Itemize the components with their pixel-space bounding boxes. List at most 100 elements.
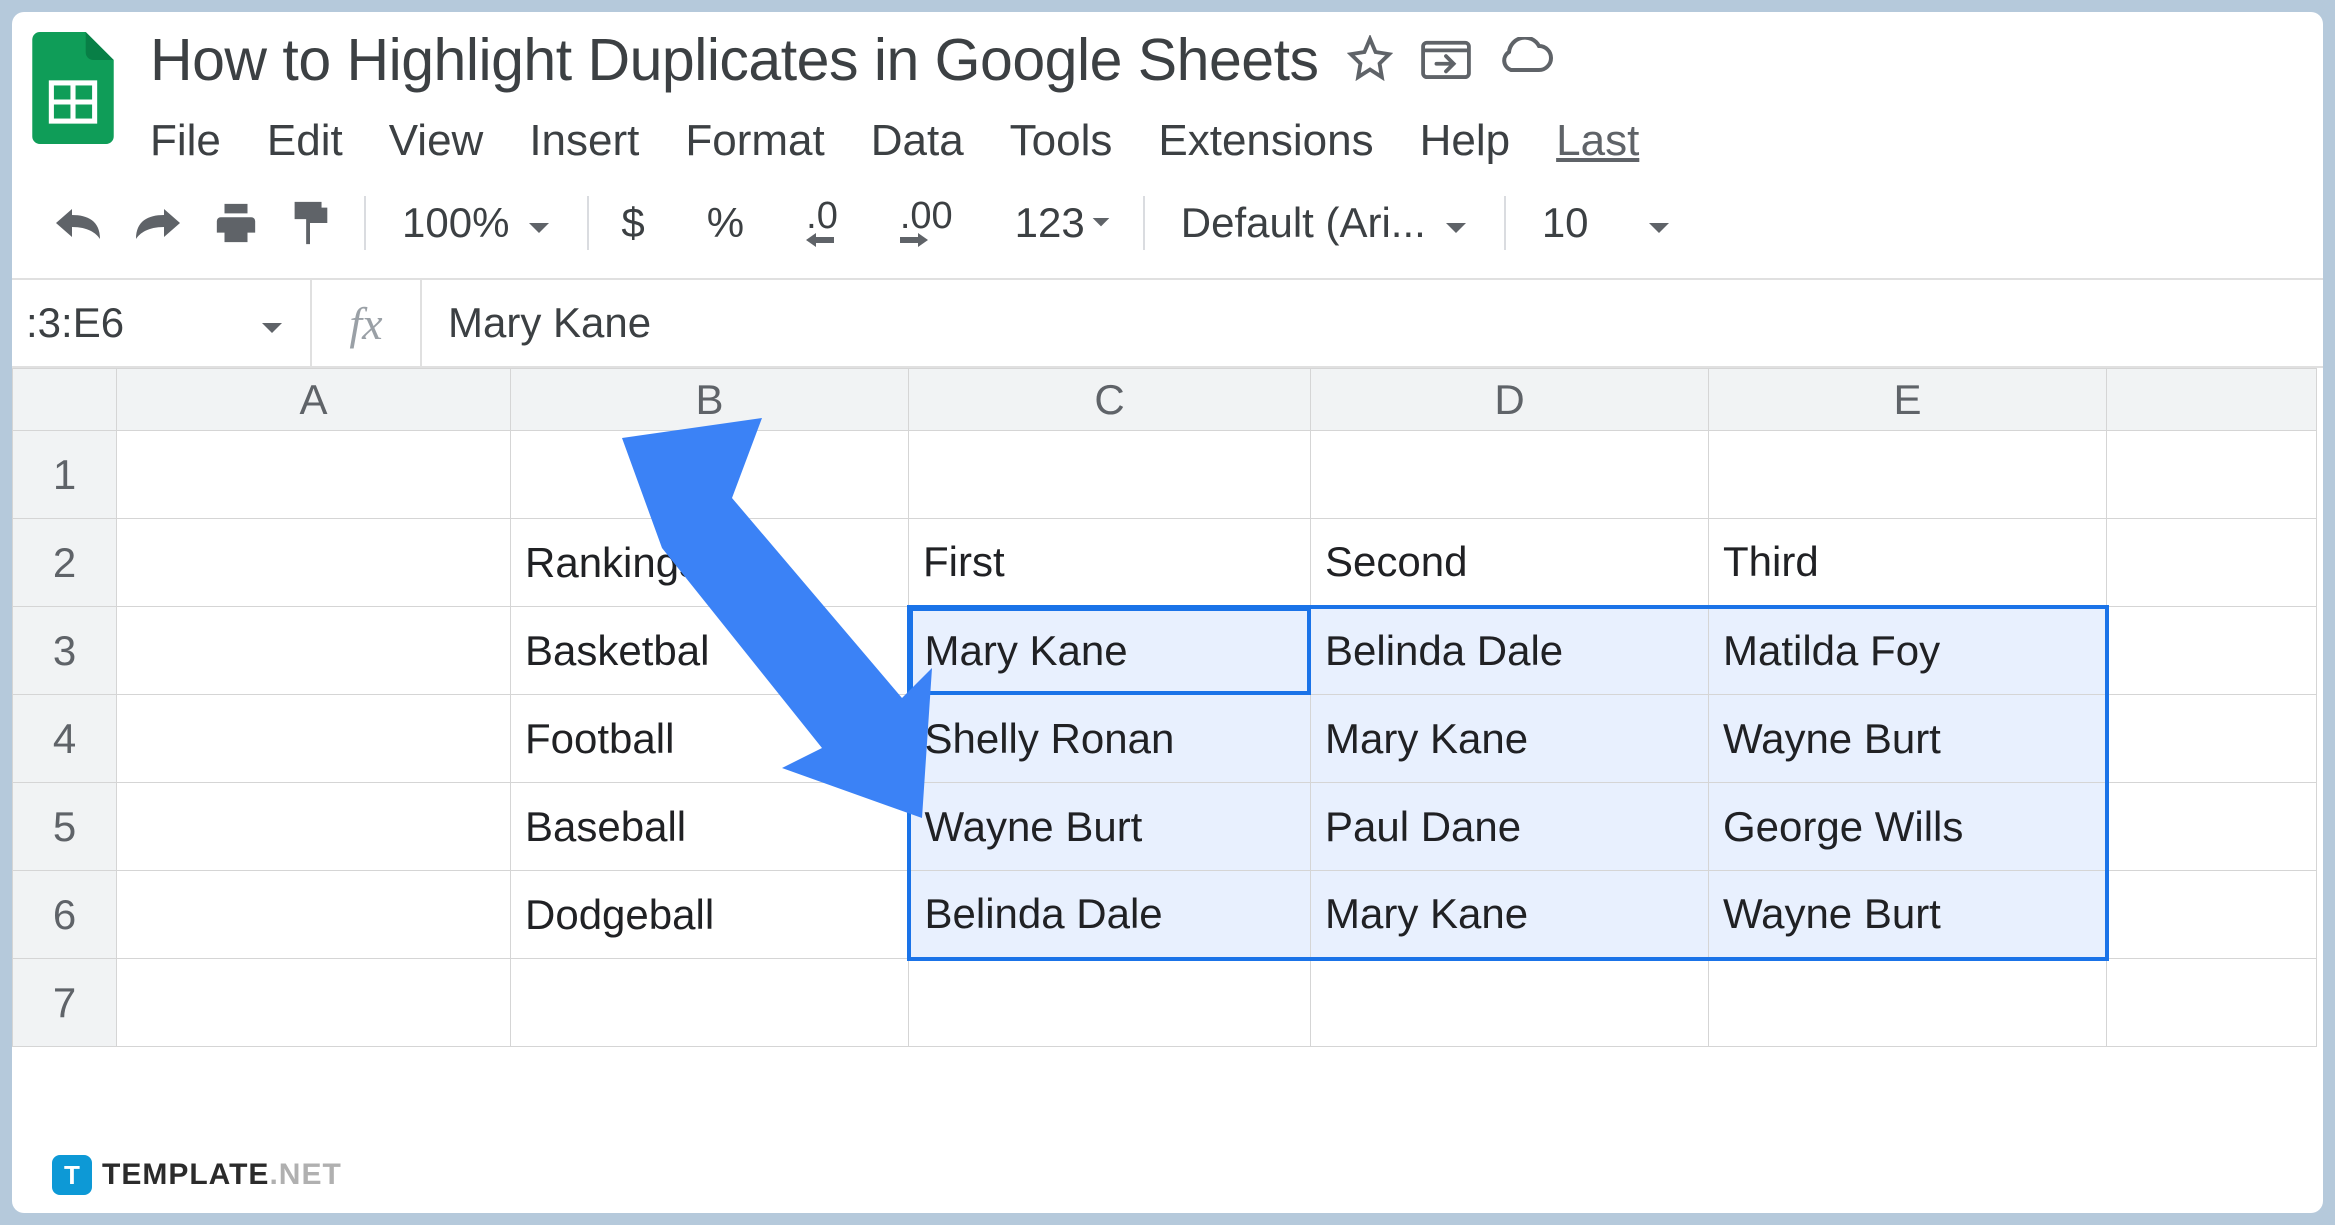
cell-a2[interactable] (117, 519, 511, 607)
star-icon[interactable] (1347, 35, 1393, 86)
currency-button[interactable]: $ (607, 199, 658, 247)
cell-f4[interactable] (2107, 695, 2317, 783)
cell-b5[interactable]: Baseball (511, 783, 909, 871)
cell-c5[interactable]: Wayne Burt (909, 783, 1311, 871)
spreadsheet-grid: A B C D E 1 2 Rankings First (12, 368, 2323, 1047)
cell-e7[interactable] (1709, 959, 2107, 1047)
print-button[interactable] (198, 200, 274, 246)
toolbar-separator (1504, 196, 1506, 250)
cell-d3[interactable]: Belinda Dale (1311, 607, 1709, 695)
cell-d7[interactable] (1311, 959, 1709, 1047)
cell-f3[interactable] (2107, 607, 2317, 695)
cell-e4[interactable]: Wayne Burt (1709, 695, 2107, 783)
chevron-down-icon (527, 199, 551, 247)
cell-a3[interactable] (117, 607, 511, 695)
cell-b7[interactable] (511, 959, 909, 1047)
chevron-down-icon (260, 299, 284, 347)
column-header-e[interactable]: E (1709, 369, 2107, 431)
font-size-dropdown[interactable]: 10 (1524, 199, 1689, 247)
header: How to Highlight Duplicates in Google Sh… (12, 12, 2323, 166)
font-dropdown[interactable]: Default (Ari... (1163, 199, 1486, 247)
cell-e3[interactable]: Matilda Foy (1709, 607, 2107, 695)
menu-insert[interactable]: Insert (529, 116, 639, 166)
select-all-corner[interactable] (13, 369, 117, 431)
menu-extensions[interactable]: Extensions (1158, 116, 1373, 166)
menu-tools[interactable]: Tools (1010, 116, 1113, 166)
menu-bar: File Edit View Insert Format Data Tools … (150, 116, 2303, 166)
menu-last-edit[interactable]: Last (1556, 116, 1639, 166)
cell-e6[interactable]: Wayne Burt (1709, 871, 2107, 959)
cell-f7[interactable] (2107, 959, 2317, 1047)
cell-d6[interactable]: Mary Kane (1311, 871, 1709, 959)
menu-format[interactable]: Format (685, 116, 824, 166)
menu-help[interactable]: Help (1420, 116, 1511, 166)
cell-a4[interactable] (117, 695, 511, 783)
column-header-b[interactable]: B (511, 369, 909, 431)
decrease-decimal-button[interactable]: .0 (792, 199, 852, 247)
column-header-a[interactable]: A (117, 369, 511, 431)
cell-b6[interactable]: Dodgeball (511, 871, 909, 959)
menu-file[interactable]: File (150, 116, 221, 166)
formula-bar[interactable]: Mary Kane (422, 299, 651, 347)
cell-e2[interactable]: Third (1709, 519, 2107, 607)
cell-e1[interactable] (1709, 431, 2107, 519)
cell-c3[interactable]: Mary Kane (909, 607, 1311, 695)
cell-c2[interactable]: First (909, 519, 1311, 607)
row-header-1[interactable]: 1 (13, 431, 117, 519)
cell-f1[interactable] (2107, 431, 2317, 519)
cell-b3[interactable]: Basketbal (511, 607, 909, 695)
cell-c7[interactable] (909, 959, 1311, 1047)
row-header-6[interactable]: 6 (13, 871, 117, 959)
title-row: How to Highlight Duplicates in Google Sh… (150, 26, 2303, 94)
zoom-dropdown[interactable]: 100% (384, 199, 569, 247)
redo-button[interactable] (118, 204, 198, 242)
cell-c6[interactable]: Belinda Dale (909, 871, 1311, 959)
cell-c4[interactable]: Shelly Ronan (909, 695, 1311, 783)
paint-format-button[interactable] (274, 198, 346, 248)
cell-d4[interactable]: Mary Kane (1311, 695, 1709, 783)
cell-a5[interactable] (117, 783, 511, 871)
cell-b4[interactable]: Football (511, 695, 909, 783)
chevron-down-icon (1444, 199, 1468, 247)
cell-d5[interactable]: Paul Dane (1311, 783, 1709, 871)
cell-f2[interactable] (2107, 519, 2317, 607)
cell-d2[interactable]: Second (1311, 519, 1709, 607)
move-icon[interactable] (1421, 37, 1471, 84)
cell-e5[interactable]: George Wills (1709, 783, 2107, 871)
column-header-blank[interactable] (2107, 369, 2317, 431)
toolbar-separator (587, 196, 589, 250)
row-header-2[interactable]: 2 (13, 519, 117, 607)
cell-a1[interactable] (117, 431, 511, 519)
cell-c1[interactable] (909, 431, 1311, 519)
cell-a7[interactable] (117, 959, 511, 1047)
menu-data[interactable]: Data (871, 116, 964, 166)
cell-d1[interactable] (1311, 431, 1709, 519)
column-header-c[interactable]: C (909, 369, 1311, 431)
percent-button[interactable]: % (693, 199, 758, 247)
cloud-status-icon[interactable] (1499, 37, 1555, 84)
name-box[interactable]: :3:E6 (12, 280, 312, 366)
font-name: Default (Ari... (1181, 199, 1426, 247)
toolbar-separator (1143, 196, 1145, 250)
cell-f6[interactable] (2107, 871, 2317, 959)
row-header-7[interactable]: 7 (13, 959, 117, 1047)
row-header-3[interactable]: 3 (13, 607, 117, 695)
sheets-logo[interactable] (32, 32, 114, 144)
undo-button[interactable] (38, 204, 118, 242)
font-size-value: 10 (1542, 199, 1589, 247)
row-header-5[interactable]: 5 (13, 783, 117, 871)
cell-f5[interactable] (2107, 783, 2317, 871)
watermark-text: TEMPLATE.NET (102, 1158, 342, 1192)
title-area: How to Highlight Duplicates in Google Sh… (150, 26, 2303, 166)
document-title[interactable]: How to Highlight Duplicates in Google Sh… (150, 26, 1319, 94)
column-header-d[interactable]: D (1311, 369, 1709, 431)
cell-a6[interactable] (117, 871, 511, 959)
fx-icon: fx (312, 280, 422, 366)
more-formats-dropdown[interactable]: 123 (1001, 199, 1125, 247)
cell-b2[interactable]: Rankings (511, 519, 909, 607)
menu-edit[interactable]: Edit (267, 116, 343, 166)
row-header-4[interactable]: 4 (13, 695, 117, 783)
cell-b1[interactable] (511, 431, 909, 519)
increase-decimal-button[interactable]: .00 (886, 199, 967, 247)
menu-view[interactable]: View (389, 116, 484, 166)
